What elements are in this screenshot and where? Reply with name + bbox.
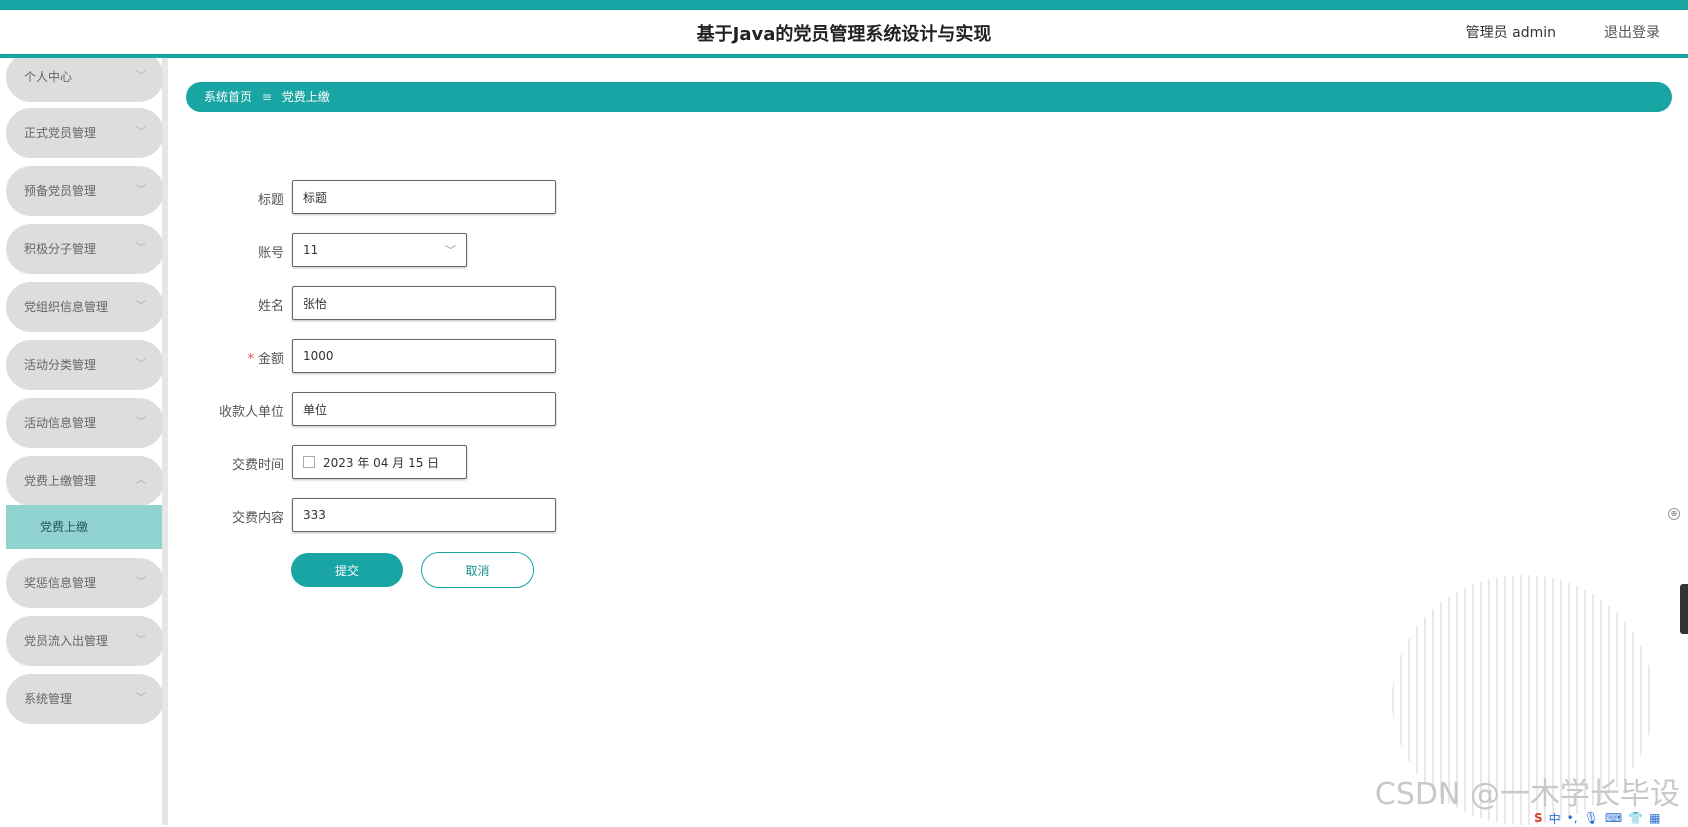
account-label: 账号 xyxy=(257,246,284,261)
pay-content-input[interactable] xyxy=(292,498,556,532)
title-input[interactable] xyxy=(292,180,556,214)
top-bar: 基于Java的党员管理系统设计与实现 管理员 admin 退出登录 xyxy=(0,0,1688,58)
side-drag-handle[interactable] xyxy=(1680,584,1688,634)
sidebar-item-activists[interactable]: 积极分子管理 ﹀ xyxy=(6,224,162,274)
payee-unit-label: 收款人单位 xyxy=(218,405,284,420)
sidebar-item-activity-categories[interactable]: 活动分类管理 ﹀ xyxy=(6,340,162,390)
breadcrumb-separator: ≡ xyxy=(261,90,272,104)
title-label: 标题 xyxy=(257,193,284,208)
cancel-button[interactable]: 取消 xyxy=(421,552,534,588)
sidebar-item-probationary-members[interactable]: 预备党员管理 ﹀ xyxy=(6,166,162,216)
chevron-down-icon: ﹀ xyxy=(445,244,456,257)
account-select[interactable]: 11 ﹀ xyxy=(292,233,467,267)
scroll-indicator-icon[interactable]: ⊕ xyxy=(1668,508,1680,520)
sidebar-item-label: 正式党员管理 xyxy=(24,126,97,140)
chevron-down-icon: ﹀ xyxy=(136,243,146,254)
sidebar-item-formal-members[interactable]: 正式党员管理 ﹀ xyxy=(6,108,162,158)
grid-icon[interactable]: ▦ xyxy=(1649,811,1660,825)
sidebar: 个人中心 ﹀ 正式党员管理 ﹀ 预备党员管理 ﹀ 积极分子管理 ﹀ 党组织信息管… xyxy=(0,58,168,825)
app-title: 基于Java的党员管理系统设计与实现 xyxy=(696,24,992,45)
pay-time-value: 2023 年 04 月 15 日 xyxy=(323,455,440,470)
chevron-down-icon: ﹀ xyxy=(136,301,146,312)
chevron-down-icon: ﹀ xyxy=(136,71,146,82)
logout-link[interactable]: 退出登录 xyxy=(1604,22,1660,42)
sidebar-item-label: 系统管理 xyxy=(24,692,73,706)
current-user: 管理员 admin xyxy=(1465,25,1556,41)
sidebar-item-label: 个人中心 xyxy=(24,70,73,84)
pay-time-datepicker[interactable]: 2023 年 04 月 15 日 xyxy=(292,445,467,479)
payee-unit-input[interactable] xyxy=(292,392,556,426)
calendar-icon xyxy=(303,456,315,468)
required-mark: * xyxy=(247,352,254,367)
ime-language-label[interactable]: 中 xyxy=(1549,810,1561,827)
sidebar-item-member-transfer[interactable]: 党员流入出管理 ﹀ xyxy=(6,616,162,666)
chevron-down-icon: ﹀ xyxy=(136,185,146,196)
breadcrumb-home[interactable]: 系统首页 xyxy=(204,90,252,104)
chevron-down-icon: ﹀ xyxy=(136,127,146,138)
name-input[interactable] xyxy=(292,286,556,320)
sidebar-item-party-org-info[interactable]: 党组织信息管理 ﹀ xyxy=(6,282,162,332)
chevron-down-icon: ﹀ xyxy=(136,693,146,704)
sidebar-item-label: 积极分子管理 xyxy=(24,242,97,256)
amount-label: * 金额 xyxy=(200,348,284,367)
sidebar-item-label: 党员流入出管理 xyxy=(24,634,109,648)
chevron-down-icon: ﹀ xyxy=(136,577,146,588)
chevron-down-icon: ﹀ xyxy=(136,359,146,370)
sidebar-subitem-label: 党费上缴 xyxy=(40,520,89,534)
sidebar-item-label: 活动信息管理 xyxy=(24,416,97,430)
account-selected-value: 11 xyxy=(303,243,319,257)
sidebar-item-label: 党费上缴管理 xyxy=(24,474,97,488)
pay-time-label: 交费时间 xyxy=(231,458,284,473)
name-label: 姓名 xyxy=(257,299,284,314)
sidebar-item-label: 预备党员管理 xyxy=(24,184,97,198)
amount-input[interactable] xyxy=(292,339,556,373)
sidebar-item-personal-center[interactable]: 个人中心 ﹀ xyxy=(6,58,162,102)
ime-toolbar: S 中 •, 🎙 ⌨ 👕 ▦ xyxy=(1534,810,1684,827)
sogou-ime-icon[interactable]: S xyxy=(1534,811,1543,825)
breadcrumb-current: 党费上缴 xyxy=(281,90,330,104)
submit-button[interactable]: 提交 xyxy=(291,553,403,587)
breadcrumb: 系统首页 ≡ 党费上缴 xyxy=(186,82,1672,112)
sidebar-item-label: 党组织信息管理 xyxy=(24,300,109,314)
chevron-down-icon: ﹀ xyxy=(136,635,146,646)
pay-content-label: 交费内容 xyxy=(231,511,284,526)
sidebar-item-activity-info[interactable]: 活动信息管理 ﹀ xyxy=(6,398,162,448)
sidebar-item-dues-payment[interactable]: 党费上缴管理 ︿ xyxy=(6,456,162,506)
sidebar-subitem-dues-payment[interactable]: 党费上缴 xyxy=(6,505,162,549)
sidebar-item-rewards-punishments[interactable]: 奖惩信息管理 ﹀ xyxy=(6,558,162,608)
skin-icon[interactable]: 👕 xyxy=(1628,811,1643,825)
amount-label-text: 金额 xyxy=(257,352,284,367)
chevron-down-icon: ﹀ xyxy=(136,417,146,428)
sidebar-item-label: 活动分类管理 xyxy=(24,358,97,372)
sidebar-item-system[interactable]: 系统管理 ﹀ xyxy=(6,674,162,724)
chevron-up-icon: ︿ xyxy=(136,475,146,486)
keyboard-icon[interactable]: ⌨ xyxy=(1605,811,1622,825)
csdn-watermark: CSDN @一木学长毕设 xyxy=(1374,777,1680,812)
sidebar-item-label: 奖惩信息管理 xyxy=(24,576,97,590)
microphone-icon[interactable]: 🎙 xyxy=(1584,811,1599,825)
ime-punctuation-icon[interactable]: •, xyxy=(1567,811,1578,825)
